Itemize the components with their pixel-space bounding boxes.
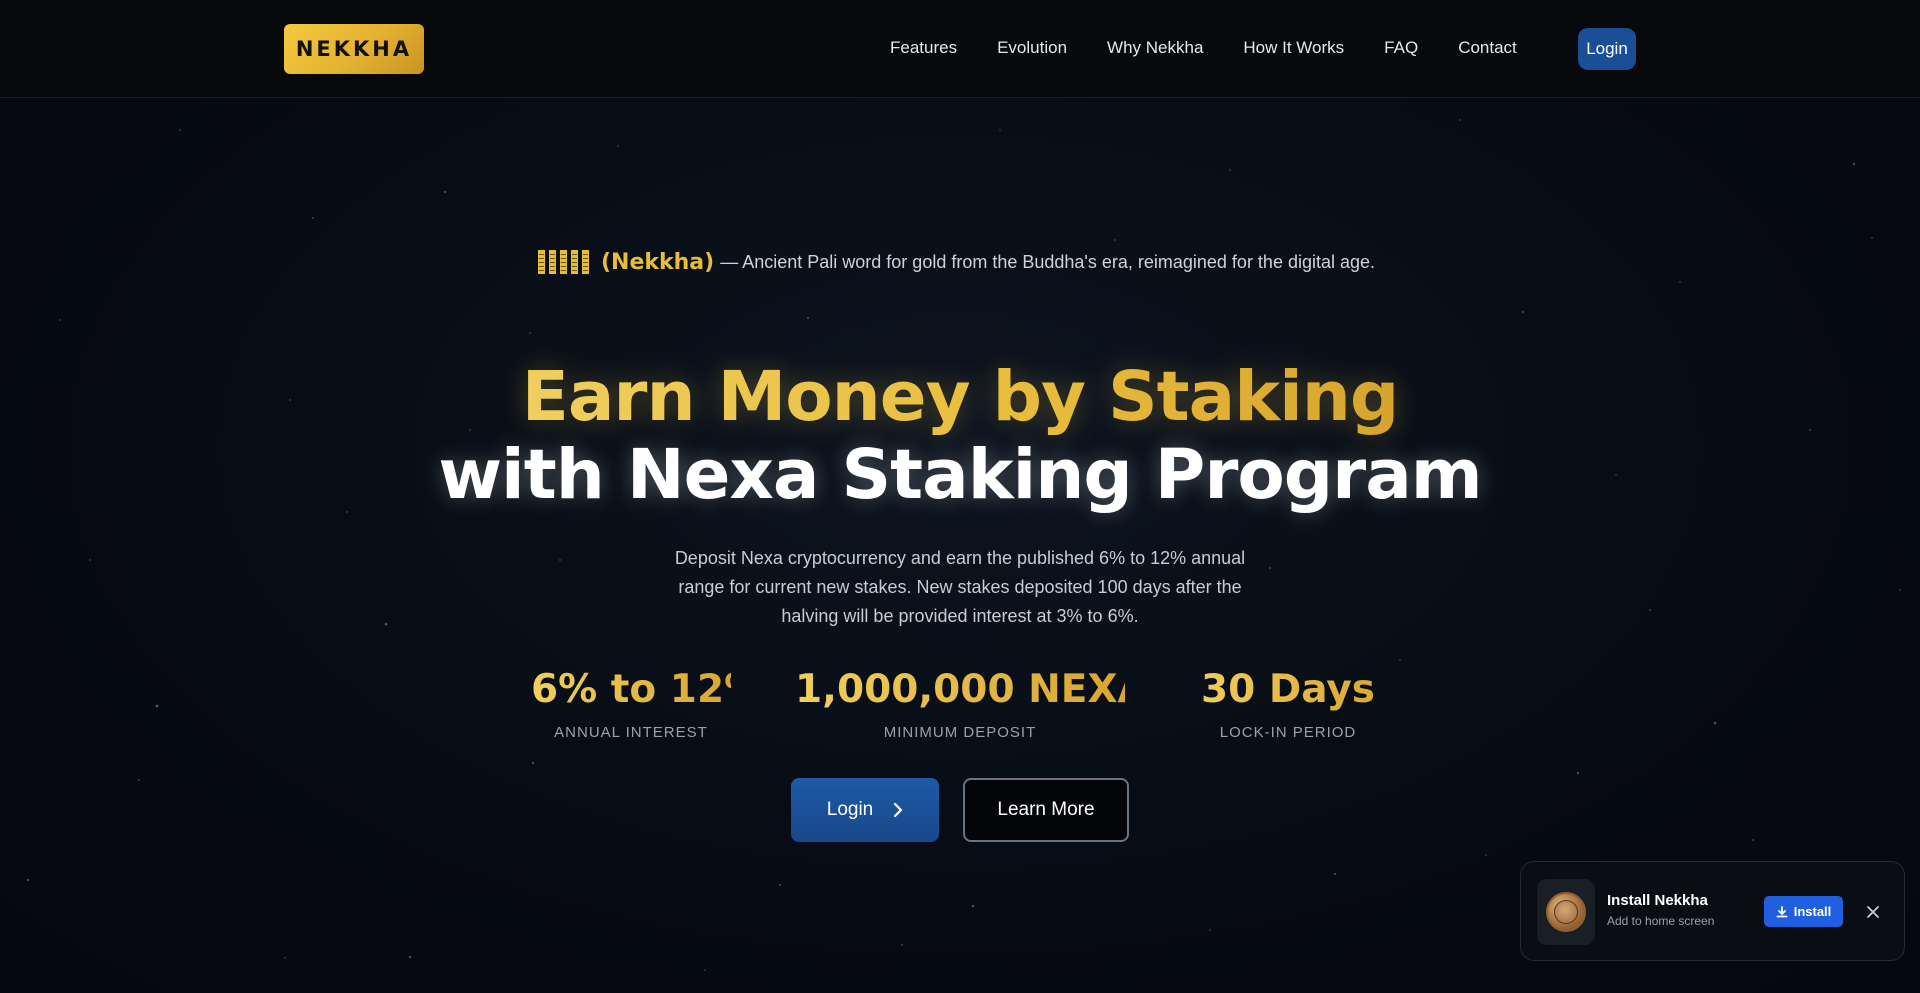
nav-link-faq[interactable]: FAQ <box>1384 38 1418 58</box>
download-icon <box>1776 905 1788 918</box>
install-title: Install Nekkha <box>1607 892 1708 909</box>
hero-headline: Earn Money by Staking with Nexa Staking … <box>360 358 1560 514</box>
nav-link-contact[interactable]: Contact <box>1458 38 1517 58</box>
headline-line-white: with Nexa Staking Program <box>438 435 1482 515</box>
stat-label: LOCK-IN PERIOD <box>1219 724 1357 741</box>
nekkha-coin-icon <box>1537 879 1595 945</box>
install-button-label: Install <box>1793 904 1832 919</box>
nav-link-how-it-works[interactable]: How It Works <box>1243 38 1344 58</box>
pali-script-glyphs <box>538 250 593 274</box>
stat-annual-interest: 6% to 12% ANNUAL INTEREST <box>531 664 763 741</box>
nav-links: Features Evolution Why Nekkha How It Wor… <box>890 32 1557 64</box>
install-prompt: Install Nekkha Add to home screen Instal… <box>1520 861 1905 961</box>
nav-login-button[interactable]: Login <box>1578 28 1636 70</box>
learn-more-button[interactable]: Learn More <box>963 778 1129 842</box>
pali-glyph <box>582 250 589 274</box>
nav-link-features[interactable]: Features <box>890 38 957 58</box>
stat-value: 30 Days <box>1188 664 1388 716</box>
tagline-text: — Ancient Pali word for gold from the Bu… <box>720 251 1376 272</box>
pali-glyph <box>549 250 556 274</box>
hero-description: Deposit Nexa cryptocurrency and earn the… <box>674 548 1246 626</box>
stat-value: 6% to 12% <box>531 664 763 716</box>
nav-link-why-nekkha[interactable]: Why Nekkha <box>1107 38 1203 58</box>
nav-link-evolution[interactable]: Evolution <box>997 38 1067 58</box>
navbar: NEKKHA Features Evolution Why Nekkha How… <box>0 0 1920 98</box>
pali-tagline: (Nekkha) — Ancient Pali word for gold fr… <box>538 246 1375 278</box>
headline-line-gold: Earn Money by Staking <box>360 358 1560 436</box>
install-subtitle: Add to home screen <box>1607 914 1715 928</box>
logo[interactable]: NEKKHA <box>284 24 424 74</box>
logo-text: NEKKHA <box>295 37 413 61</box>
install-button[interactable]: Install <box>1764 896 1843 927</box>
pali-glyph <box>571 250 578 274</box>
stat-value: 1,000,000 NEXA <box>795 664 1148 716</box>
hero-login-label: Login <box>826 799 874 820</box>
close-icon[interactable] <box>1861 900 1885 924</box>
pali-glyph <box>560 250 567 274</box>
stat-lock-in-period: 30 Days LOCK-IN PERIOD <box>1188 664 1388 741</box>
pali-name: (Nekkha) <box>601 249 715 275</box>
stat-label: ANNUAL INTEREST <box>554 724 708 741</box>
stat-minimum-deposit: 1,000,000 NEXA MINIMUM DEPOSIT <box>795 664 1148 741</box>
pali-glyph <box>538 250 545 274</box>
stat-label: MINIMUM DEPOSIT <box>883 724 1037 741</box>
chevron-right-icon <box>893 802 903 818</box>
hero-login-button[interactable]: Login <box>791 778 939 842</box>
